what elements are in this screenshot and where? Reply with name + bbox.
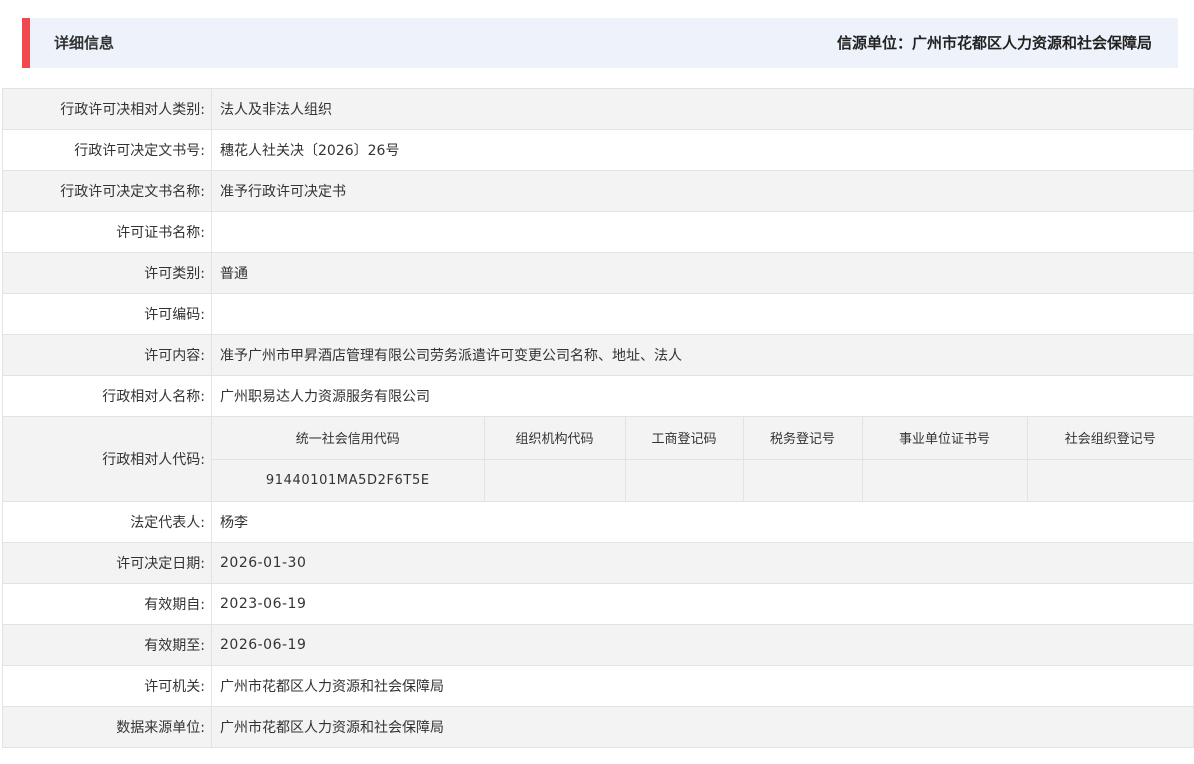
codes-value xyxy=(742,458,863,501)
field-label: 许可决定日期: xyxy=(2,542,212,584)
field-value: 2023-06-19 xyxy=(211,583,1194,625)
codes-cell: 统一社会信用代码 组织机构代码 工商登记码 税务登记号 事业单位证书号 社会组织… xyxy=(211,416,1194,502)
codes-value xyxy=(1026,458,1193,501)
table-row: 许可编码: xyxy=(2,293,1194,335)
field-label: 许可编码: xyxy=(2,293,212,335)
table-row: 数据来源单位: 广州市花都区人力资源和社会保障局 xyxy=(2,706,1194,748)
codes-header: 税务登记号 xyxy=(742,417,863,460)
codes-header: 工商登记码 xyxy=(624,417,744,460)
table-row: 法定代表人: 杨李 xyxy=(2,501,1194,543)
field-value xyxy=(211,293,1194,335)
field-value: 2026-01-30 xyxy=(211,542,1194,584)
field-label: 许可证书名称: xyxy=(2,211,212,253)
field-value: 杨李 xyxy=(211,501,1194,543)
codes-table: 统一社会信用代码 组织机构代码 工商登记码 税务登记号 事业单位证书号 社会组织… xyxy=(212,417,1193,501)
table-row: 行政相对人名称: 广州职易达人力资源服务有限公司 xyxy=(2,375,1194,417)
field-label: 许可类别: xyxy=(2,252,212,294)
field-value: 准予行政许可决定书 xyxy=(211,170,1194,212)
table-row-codes: 行政相对人代码: 统一社会信用代码 组织机构代码 工商登记码 税务登记号 事业单… xyxy=(2,416,1194,502)
table-row: 有效期自: 2023-06-19 xyxy=(2,583,1194,625)
header-title: 详细信息 xyxy=(54,34,115,52)
codes-value xyxy=(861,458,1028,501)
field-value: 广州市花都区人力资源和社会保障局 xyxy=(211,706,1194,748)
table-row: 行政许可决定文书名称: 准予行政许可决定书 xyxy=(2,170,1194,212)
field-label: 行政许可决定文书号: xyxy=(2,129,212,171)
codes-header: 事业单位证书号 xyxy=(861,417,1028,460)
table-row: 行政许可决定文书号: 穗花人社关决〔2026〕26号 xyxy=(2,129,1194,171)
field-label: 许可机关: xyxy=(2,665,212,707)
field-label: 行政相对人名称: xyxy=(2,375,212,417)
codes-header: 组织机构代码 xyxy=(483,417,626,460)
codes-value xyxy=(483,458,626,501)
field-value: 广州职易达人力资源服务有限公司 xyxy=(211,375,1194,417)
field-label: 法定代表人: xyxy=(2,501,212,543)
table-row: 许可机关: 广州市花都区人力资源和社会保障局 xyxy=(2,665,1194,707)
table-row: 许可决定日期: 2026-01-30 xyxy=(2,542,1194,584)
table-row: 有效期至: 2026-06-19 xyxy=(2,624,1194,666)
field-label: 行政相对人代码: xyxy=(2,416,212,502)
field-label: 有效期至: xyxy=(2,624,212,666)
codes-header: 社会组织登记号 xyxy=(1026,417,1193,460)
codes-header-row: 统一社会信用代码 组织机构代码 工商登记码 税务登记号 事业单位证书号 社会组织… xyxy=(212,417,1193,460)
codes-value-row: 91440101MA5D2F6T5E xyxy=(212,458,1193,501)
field-label: 有效期自: xyxy=(2,583,212,625)
field-value: 2026-06-19 xyxy=(211,624,1194,666)
table-row: 许可类别: 普通 xyxy=(2,252,1194,294)
field-value: 准予广州市甲昇酒店管理有限公司劳务派遣许可变更公司名称、地址、法人 xyxy=(211,334,1194,376)
table-row: 许可证书名称: xyxy=(2,211,1194,253)
detail-table: 行政许可决相对人类别: 法人及非法人组织 行政许可决定文书号: 穗花人社关决〔2… xyxy=(2,88,1194,748)
header-source-unit: 信源单位：广州市花都区人力资源和社会保障局 xyxy=(836,34,1152,52)
table-row: 许可内容: 准予广州市甲昇酒店管理有限公司劳务派遣许可变更公司名称、地址、法人 xyxy=(2,334,1194,376)
header-accent-bar xyxy=(22,18,30,68)
codes-value xyxy=(624,458,744,501)
field-label: 行政许可决定文书名称: xyxy=(2,170,212,212)
detail-header: 详细信息 信源单位：广州市花都区人力资源和社会保障局 xyxy=(22,18,1178,68)
field-label: 数据来源单位: xyxy=(2,706,212,748)
codes-value: 91440101MA5D2F6T5E xyxy=(212,458,485,501)
field-value: 法人及非法人组织 xyxy=(211,88,1194,130)
field-label: 许可内容: xyxy=(2,334,212,376)
codes-header: 统一社会信用代码 xyxy=(212,417,485,460)
field-value: 穗花人社关决〔2026〕26号 xyxy=(211,129,1194,171)
field-value: 广州市花都区人力资源和社会保障局 xyxy=(211,665,1194,707)
field-label: 行政许可决相对人类别: xyxy=(2,88,212,130)
field-value xyxy=(211,211,1194,253)
table-row: 行政许可决相对人类别: 法人及非法人组织 xyxy=(2,88,1194,130)
field-value: 普通 xyxy=(211,252,1194,294)
detail-page: 详细信息 信源单位：广州市花都区人力资源和社会保障局 行政许可决相对人类别: 法… xyxy=(0,0,1194,764)
